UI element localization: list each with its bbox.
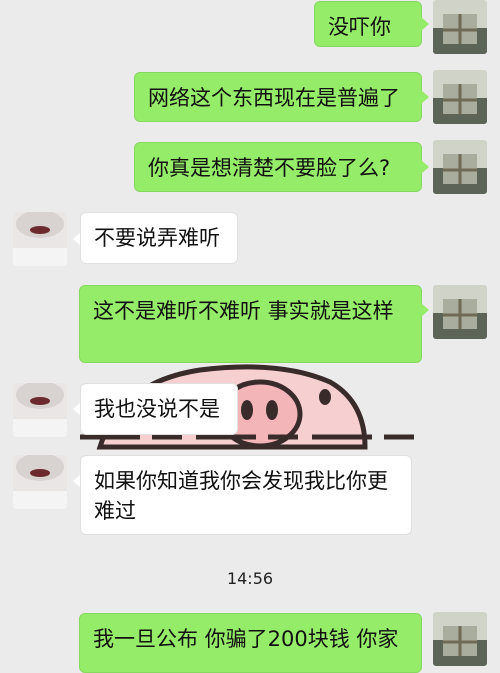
message-text: 不要说弄难听 (94, 226, 220, 250)
message-bubble-sent[interactable]: 这不是难听不难听 事实就是这样 (79, 285, 422, 363)
chat-window[interactable]: 没吓你 网络这个东西现在是普遍了 你真是想清楚不要脸了么? 不要说弄难听 这不是… (0, 0, 500, 673)
message-text: 我也没说不是 (94, 397, 220, 421)
message-bubble-received[interactable]: 如果你知道我你会发现我比你更难过 (80, 455, 412, 535)
message-bubble-sent[interactable]: 我一旦公布 你骗了200块钱 你家 (79, 613, 422, 673)
message-text: 我一旦公布 你骗了200块钱 你家 (93, 627, 399, 651)
contact-avatar[interactable] (13, 455, 67, 509)
contact-avatar[interactable] (13, 212, 67, 266)
my-avatar[interactable] (433, 612, 487, 666)
bubble-tail (421, 17, 429, 31)
message-text: 你真是想清楚不要脸了么? (148, 156, 391, 180)
message-bubble-sent[interactable]: 没吓你 (314, 1, 422, 47)
message-text: 这不是难听不难听 事实就是这样 (93, 299, 394, 323)
message-text: 如果你知道我你会发现我比你更难过 (94, 469, 388, 523)
message-bubble-sent[interactable]: 网络这个东西现在是普遍了 (134, 72, 422, 122)
bubble-tail (421, 160, 429, 174)
message-bubble-received[interactable]: 我也没说不是 (80, 383, 238, 435)
my-avatar[interactable] (433, 140, 487, 194)
my-avatar[interactable] (433, 0, 487, 54)
bubble-tail (421, 90, 429, 104)
message-text: 网络这个东西现在是普遍了 (148, 86, 400, 110)
message-bubble-received[interactable]: 不要说弄难听 (80, 212, 238, 264)
chat-timestamp: 14:56 (226, 569, 274, 588)
bubble-tail (421, 303, 429, 317)
message-bubble-sent[interactable]: 你真是想清楚不要脸了么? (134, 142, 422, 192)
contact-avatar[interactable] (13, 383, 67, 437)
my-avatar[interactable] (433, 285, 487, 339)
my-avatar[interactable] (433, 70, 487, 124)
message-text: 没吓你 (328, 15, 391, 39)
